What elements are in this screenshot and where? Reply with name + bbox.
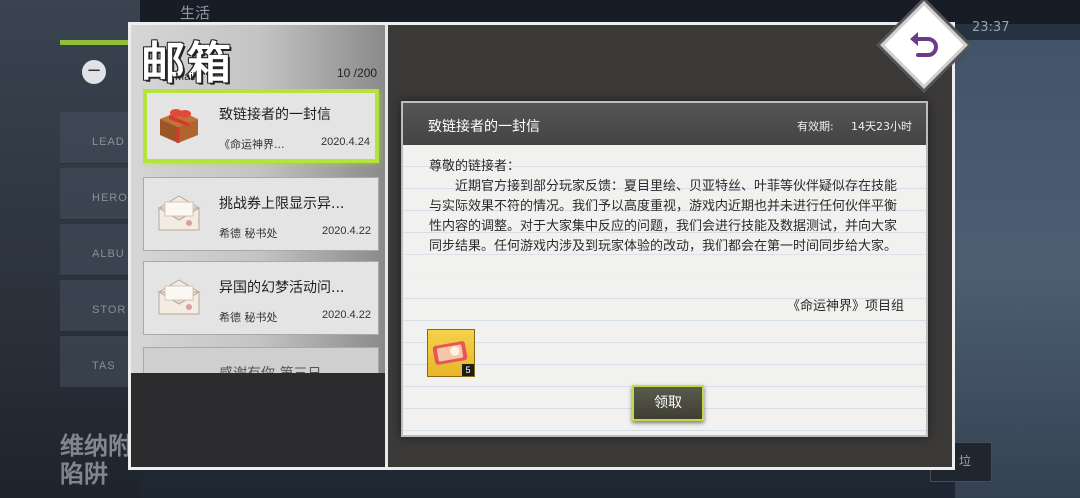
mail-count: 10 /200 bbox=[337, 66, 378, 80]
background-menu-label: ALBU bbox=[92, 248, 125, 260]
mail-list-item[interactable]: 感谢有你 第三日 bbox=[143, 347, 379, 373]
mail-item-sender: 《命运神界... bbox=[219, 138, 285, 151]
mail-detail-panel: 致链接者的一封信 有效期: 14天23小时 尊敬的链接者： 近期官方接到部分玩家… bbox=[401, 101, 928, 437]
background-progress-bar bbox=[60, 40, 130, 45]
mail-list-item[interactable]: 致链接者的一封信 《命运神界... 2020.4.24 bbox=[143, 89, 379, 163]
mail-detail-title: 致链接者的一封信 bbox=[428, 119, 540, 135]
attachment-item[interactable]: 5 bbox=[427, 329, 475, 377]
mail-item-date: 2020.4.24 bbox=[321, 136, 370, 148]
letter-body: 近期官方接到部分玩家反馈：夏目里绘、贝亚特丝、叶菲等伙伴疑似存在技能与实际效果不… bbox=[429, 179, 898, 254]
mail-item-sender: 希德 秘书处 bbox=[219, 227, 278, 240]
mail-item-date: 2020.4.22 bbox=[322, 309, 371, 321]
mail-detail-body[interactable]: 尊敬的链接者： 近期官方接到部分玩家反馈：夏目里绘、贝亚特丝、叶菲等伙伴疑似存在… bbox=[403, 145, 926, 435]
mail-item-title: 致链接者的一封信 bbox=[219, 107, 331, 123]
validity-value: 14天23小时 bbox=[851, 120, 912, 133]
mail-item-title: 感谢有你 第三日 bbox=[219, 363, 321, 373]
envelope-icon bbox=[157, 279, 201, 315]
letter-greeting: 尊敬的链接者： bbox=[429, 159, 521, 174]
background-menu-label: LEAD bbox=[92, 136, 125, 148]
mail-item-date: 2020.4.22 bbox=[322, 225, 371, 237]
mail-item-title: 挑战券上限显示异... bbox=[219, 196, 345, 212]
mail-item-title: 异国的幻梦活动问... bbox=[219, 280, 345, 296]
validity-label: 有效期: bbox=[797, 120, 834, 133]
mail-list[interactable]: 致链接者的一封信 《命运神界... 2020.4.24 挑战券上限显示异... … bbox=[143, 89, 383, 373]
background-top-label: 生活 bbox=[180, 4, 211, 22]
minus-icon: − bbox=[82, 60, 106, 84]
mailbox-subtitle: Mail bbox=[175, 71, 196, 83]
letter-fade bbox=[403, 249, 926, 279]
background-menu-label: STOR bbox=[92, 304, 127, 316]
claim-button[interactable]: 领取 bbox=[632, 385, 704, 421]
background-menu-label: TAS bbox=[92, 360, 116, 372]
sidebar-divider bbox=[385, 25, 388, 467]
clock: 23:37 bbox=[972, 20, 1010, 35]
mailbox-window: 邮箱 Mail 10 /200 致链接者的一封信 《命运神界... 2020.4… bbox=[128, 22, 955, 470]
mail-list-item[interactable]: 异国的幻梦活动问... 希德 秘书处 2020.4.22 bbox=[143, 261, 379, 335]
letter-signature: 《命运神界》项目组 bbox=[786, 299, 904, 314]
envelope-icon bbox=[157, 195, 201, 231]
attachment-count: 5 bbox=[462, 364, 474, 376]
mail-detail-header: 致链接者的一封信 有效期: 14天23小时 bbox=[403, 103, 926, 145]
mail-list-item[interactable]: 挑战券上限显示异... 希德 秘书处 2020.4.22 bbox=[143, 177, 379, 251]
gift-box-icon bbox=[160, 109, 198, 143]
background-right-art bbox=[955, 40, 1080, 498]
background-menu-label: HERO bbox=[92, 192, 128, 204]
letter-text: 尊敬的链接者： 近期官方接到部分玩家反馈：夏目里绘、贝亚特丝、叶菲等伙伴疑似存在… bbox=[429, 157, 909, 257]
background-bottom-button-label: 垃 bbox=[959, 454, 972, 468]
back-arrow-icon[interactable] bbox=[906, 27, 942, 63]
mail-item-sender: 希德 秘书处 bbox=[219, 311, 278, 324]
mail-sidebar-footer bbox=[131, 373, 385, 467]
